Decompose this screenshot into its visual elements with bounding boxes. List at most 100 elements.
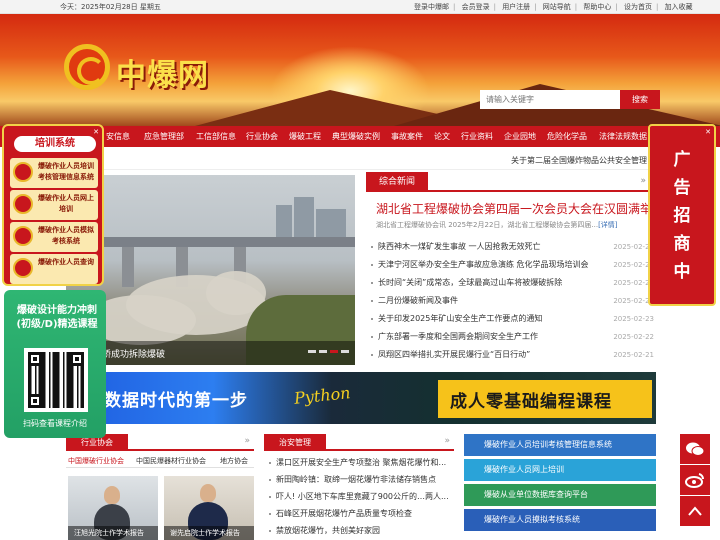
photo-caption: 汪旭光院士作学术报告 (68, 526, 158, 540)
wechat-icon[interactable] (680, 434, 710, 464)
link-set-home[interactable]: 设为首页 (624, 3, 652, 11)
list-item[interactable]: 吓人! 小区地下车库里竟藏了900公斤的…两人... (264, 488, 454, 505)
qr-caption: 扫码查看课程介绍 (23, 419, 87, 428)
link-help[interactable]: 帮助中心 (583, 3, 611, 11)
top-bar: 今天：2025年02月28日 星期五 登录中爆邮 | 会员登录 | 用户注册 | 网站… (0, 0, 720, 14)
link-mail-login[interactable]: 登录中爆邮 (414, 3, 449, 11)
person-head (200, 484, 216, 502)
nav-item[interactable]: 事故案件 (391, 126, 423, 147)
slide-dot[interactable] (308, 350, 316, 353)
nav-item[interactable]: 爆破工程 (289, 126, 321, 147)
nav-item[interactable]: 应急管理部 (144, 126, 184, 147)
list-item[interactable]: 广东部署一季度和全国两会期间安全生产工作 2025-02-22 (366, 328, 654, 346)
link-favorite[interactable]: 加入收藏 (665, 3, 693, 11)
subtab[interactable]: 中国民爆器材行业协会 (136, 456, 206, 466)
close-icon[interactable]: ✕ (93, 128, 99, 136)
ad-python-word: Python (293, 383, 352, 408)
course-title: 爆破设计能力冲刺(初级/D)精选课程 (16, 305, 98, 330)
link-register[interactable]: 用户注册 (502, 3, 530, 11)
ad-float-panel[interactable]: ✕ 广告招商中 (648, 124, 716, 306)
training-link[interactable]: 爆破作业人员网上培训 (10, 190, 98, 220)
system-links: 爆破作业人员培训考核管理信息系统 爆破作业人员网上培训 爆破从业单位数据库查询平… (464, 434, 656, 534)
system-link[interactable]: 爆破作业人员网上培训 (464, 459, 656, 481)
bridge (66, 237, 355, 247)
details-link[interactable]: [详情] (598, 221, 617, 229)
news-headline[interactable]: 湖北省工程爆破协会第四届一次会员大会在汉圆满举行 (376, 200, 664, 217)
more-arrow-icon[interactable]: » (444, 436, 450, 446)
weibo-icon[interactable] (680, 465, 710, 495)
nav-item[interactable]: 工信部信息 (196, 126, 236, 147)
tab-comprehensive-news[interactable]: 综合新闻 (366, 172, 428, 192)
news-list: 陕西神木一煤矿发生事故 一人因抢救无效死亡 2025-02-26 天津宁河区举办安… (366, 238, 654, 364)
python-course-ad[interactable]: 大数据时代的第一步 Python 成人零基础编程课程 (66, 372, 656, 424)
search-box: 搜索 (480, 90, 660, 109)
police-badge-icon (13, 194, 33, 214)
slide-dot[interactable] (341, 350, 349, 353)
system-link[interactable]: 爆破作业人员培训考核管理信息系统 (464, 434, 656, 456)
list-item[interactable]: 二月份爆破新闻及事件 2025-02-24 (366, 292, 654, 310)
training-link[interactable]: 爆破作业人员查询 (10, 254, 98, 284)
association-subtabs: 中国爆破行业协会 中国民爆器材行业协会 地方协会 (66, 454, 254, 468)
logo-icon[interactable] (64, 44, 110, 90)
subtab[interactable]: 中国爆破行业协会 (68, 456, 124, 466)
bridge-pillar (122, 247, 134, 287)
person-head (104, 486, 120, 504)
link-member-login[interactable]: 会员登录 (462, 3, 490, 11)
nav-item[interactable]: 危险化学品 (547, 126, 587, 147)
nav-item[interactable]: 企业园地 (504, 126, 536, 147)
top-links: 登录中爆邮 | 会员登录 | 用户注册 | 网站导航 | 帮助中心 | 设为首页 | 加入收… (414, 3, 693, 11)
more-arrow-icon[interactable]: » (640, 176, 646, 186)
current-date: 今天：2025年02月28日 星期五 (60, 3, 161, 11)
list-item[interactable]: 关于印发2025年矿山安全生产工作要点的通知 2025-02-23 (366, 310, 654, 328)
training-link[interactable]: 爆破作业人员培训考核管理信息系统 (10, 158, 98, 188)
link-site-nav[interactable]: 网站导航 (543, 3, 571, 11)
police-badge-icon (13, 226, 33, 246)
slide-caption[interactable]: 桥成功拆除爆破 (102, 347, 165, 360)
nav-item[interactable]: 安信息 (106, 126, 130, 147)
nav-item[interactable]: 行业协会 (246, 126, 278, 147)
ticker-text[interactable]: 关于第二届全国爆炸物品公共安全管理 (511, 155, 647, 166)
slide-dot-active[interactable] (330, 350, 338, 353)
course-qr-panel[interactable]: 爆破设计能力冲刺(初级/D)精选课程 扫码查看课程介绍 (4, 290, 106, 438)
police-badge-icon (13, 258, 33, 278)
comprehensive-news: 综合新闻 » 湖北省工程爆破协会第四届一次会员大会在汉圆满举行 湖北省工程爆破协… (366, 172, 664, 364)
training-title: 培训系统 (14, 136, 96, 152)
nav-item[interactable]: 法律法规数据 (599, 126, 647, 147)
slideshow[interactable]: 桥成功拆除爆破 (66, 175, 355, 365)
search-button[interactable]: 搜索 (620, 90, 660, 109)
photo-caption: 谢先启院士作学术报告 (164, 526, 254, 540)
site-logo[interactable]: 中爆网 (116, 50, 209, 94)
nav-item[interactable]: 行业资料 (461, 126, 493, 147)
training-float-panel: ✕ 培训系统 爆破作业人员培训考核管理信息系统 爆破作业人员网上培训 爆破作业人… (2, 124, 104, 286)
list-item[interactable]: 长时间“关闭”成常态，全球最高过山车将被爆破拆除 2025-02-24 (366, 274, 654, 292)
close-icon[interactable]: ✕ (705, 128, 711, 136)
back-to-top-icon[interactable] (680, 496, 710, 526)
list-item[interactable]: 天津宁河区举办安全生产事故应急演练 危化学品现场培训会 2025-02-25 (366, 256, 654, 274)
list-item[interactable]: 凤翔区四举措扎实开展民爆行业“百日行动” 2025-02-21 (366, 346, 654, 364)
security-list: 漯口区开展安全生产专项整治 聚焦烟花爆竹和... 新田陶岭镇：取缔一烟花爆竹非法… (264, 454, 454, 539)
list-item[interactable]: 新田陶岭镇：取缔一烟花爆竹非法储存销售点 (264, 471, 454, 488)
search-input[interactable] (480, 90, 620, 109)
subtab[interactable]: 地方协会 (220, 456, 248, 466)
nav-item[interactable]: 典型爆破实例 (332, 126, 380, 147)
news-ticker: 息： 关于第二届全国爆炸物品公共安全管理 (66, 150, 656, 170)
system-link[interactable]: 爆破从业单位数据库查询平台 (464, 484, 656, 506)
ad-right-box: 成人零基础编程课程 (438, 380, 652, 418)
ad-right-text: 成人零基础编程课程 (450, 392, 612, 412)
association-photo[interactable]: 谢先启院士作学术报告 (164, 476, 254, 540)
system-link[interactable]: 爆破作业人员摸拟考核系统 (464, 509, 656, 531)
list-item[interactable]: 禁放烟花爆竹，共创美好家园 (264, 522, 454, 539)
list-item[interactable]: 漯口区开展安全生产专项整治 聚焦烟花爆竹和... (264, 454, 454, 471)
list-item[interactable]: 陕西神木一煤矿发生事故 一人因抢救无效死亡 2025-02-26 (366, 238, 654, 256)
association-section: 行业协会 » 中国爆破行业协会 中国民爆器材行业协会 地方协会 汪旭光院士作学术… (66, 434, 254, 540)
association-photo[interactable]: 汪旭光院士作学术报告 (68, 476, 158, 540)
slide-dot[interactable] (319, 350, 327, 353)
list-item[interactable]: 石峰区开展烟花爆竹产品质量专项检查 (264, 505, 454, 522)
nav-item[interactable]: 论文 (434, 126, 450, 147)
security-section: 治安管理 » 漯口区开展安全生产专项整治 聚焦烟花爆竹和... 新田陶岭镇：取缔… (264, 434, 454, 540)
more-arrow-icon[interactable]: » (244, 436, 250, 446)
news-tabbar: 综合新闻 » (366, 172, 654, 192)
qr-code (24, 348, 88, 412)
section-title[interactable]: 治安管理 (264, 434, 326, 451)
training-link[interactable]: 爆破作业人员模拟考核系统 (10, 222, 98, 252)
